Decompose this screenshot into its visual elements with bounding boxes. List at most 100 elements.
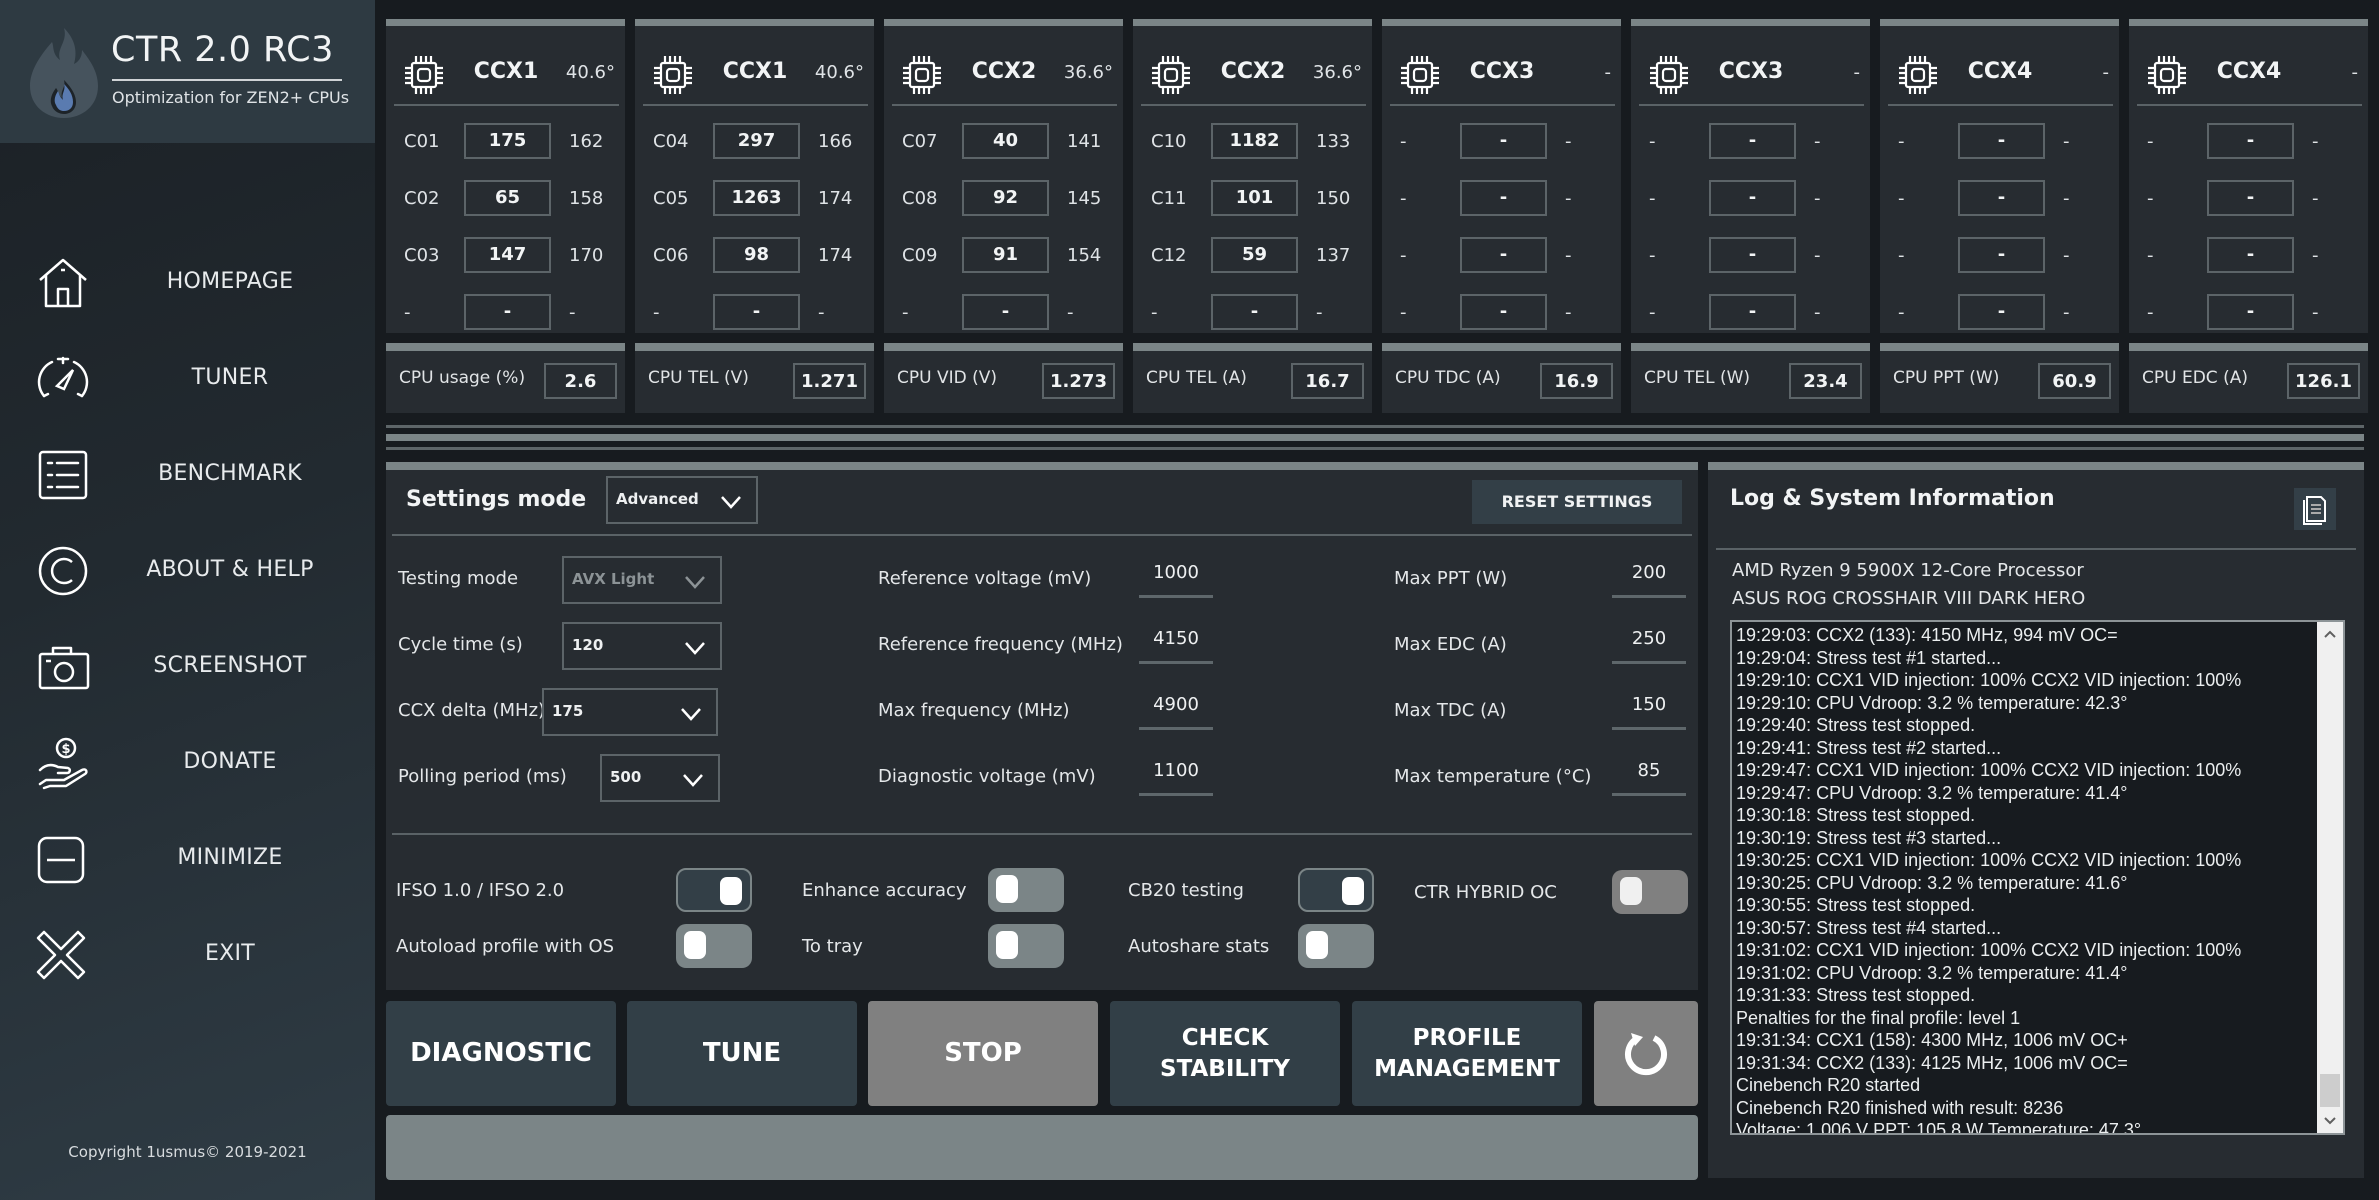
number-input[interactable]: 4900 (1139, 690, 1213, 730)
core-co-value[interactable]: - (1958, 237, 2045, 273)
scroll-thumb[interactable] (2320, 1074, 2340, 1107)
core-co-value[interactable]: 1263 (713, 180, 800, 216)
sidebar-item-minimize[interactable]: MINIMIZE (0, 818, 375, 898)
tune-button[interactable]: TUNE (627, 1001, 857, 1106)
core-co-value[interactable]: - (1958, 180, 2045, 216)
divider-bar (386, 434, 2364, 441)
number-input[interactable]: 250 (1612, 624, 1686, 664)
core-co-value[interactable]: - (2207, 123, 2294, 159)
select-value: 500 (610, 768, 642, 786)
number-input[interactable]: 1000 (1139, 558, 1213, 598)
core-co-value[interactable]: - (464, 294, 551, 330)
dropdown-ccx-delta-mhz[interactable]: 175 (542, 688, 718, 736)
card-strip (1382, 19, 1621, 26)
core-co-value[interactable]: 92 (962, 180, 1049, 216)
sidebar-item-homepage[interactable]: HOMEPAGE (0, 242, 375, 322)
core-co-value[interactable]: - (1460, 237, 1547, 273)
ccx-card: CCX2 36.6° C07 40 141 C08 92 145 C09 91 154- - - (884, 19, 1123, 333)
scroll-down-button[interactable] (2317, 1107, 2343, 1133)
check-stability-button[interactable]: CHECK STABILITY (1110, 1001, 1340, 1106)
core-co-value[interactable]: - (962, 294, 1049, 330)
core-row: --- (2129, 180, 2368, 216)
dropdown-polling-period-ms[interactable]: 500 (600, 754, 720, 802)
core-co-value[interactable]: - (1460, 294, 1547, 330)
sidebar-item-exit[interactable]: EXIT (0, 914, 375, 994)
core-co-value[interactable]: - (1460, 180, 1547, 216)
scroll-up-button[interactable] (2317, 622, 2343, 648)
sidebar-item-tuner[interactable]: TUNER (0, 338, 375, 418)
core-co-value[interactable]: - (1211, 294, 1298, 330)
core-id: - (653, 302, 660, 323)
reset-settings-button[interactable]: RESET SETTINGS (1472, 480, 1682, 524)
number-input[interactable]: 85 (1612, 756, 1686, 796)
core-co-value[interactable]: 40 (962, 123, 1049, 159)
core-co-value[interactable]: - (2207, 294, 2294, 330)
core-co-value[interactable]: 1182 (1211, 123, 1298, 159)
card-strip (635, 343, 874, 351)
settings-mode-title: Settings mode (406, 487, 587, 512)
sidebar-item-about-help[interactable]: ABOUT & HELP (0, 530, 375, 610)
number-input[interactable]: 150 (1612, 690, 1686, 730)
core-co-value[interactable]: - (1709, 123, 1796, 159)
core-co-value[interactable]: - (1709, 237, 1796, 273)
field-label: Max temperature (°C) (1394, 766, 1592, 787)
camera-icon (38, 646, 90, 690)
core-co-value[interactable]: 91 (962, 237, 1049, 273)
core-co-value[interactable]: - (2207, 180, 2294, 216)
core-co-value[interactable]: - (1958, 294, 2045, 330)
chevron-down-icon (721, 496, 741, 509)
telemetry-card: CPU TEL (W) 23.4 (1631, 343, 1870, 413)
telemetry-label: CPU TEL (A) (1146, 368, 1247, 388)
core-co-value[interactable]: 147 (464, 237, 551, 273)
copy-log-button[interactable] (2294, 488, 2336, 530)
refresh-button[interactable] (1594, 1001, 1698, 1106)
log-textbox[interactable]: 19:29:03: CCX2 (133): 4150 MHz, 994 mV O… (1730, 620, 2345, 1135)
sidebar-item-label: MINIMIZE (177, 845, 283, 870)
toggle-switch-autoload-profile-with-os[interactable] (676, 924, 752, 968)
core-co-value[interactable]: - (713, 294, 800, 330)
dropdown-cycle-time-s[interactable]: 120 (562, 622, 722, 670)
diagnostic-button[interactable]: DIAGNOSTIC (386, 1001, 616, 1106)
cpu-chip-icon (402, 53, 446, 97)
stop-button[interactable]: STOP (868, 1001, 1098, 1106)
sidebar-item-screenshot[interactable]: SCREENSHOT (0, 626, 375, 706)
telemetry-label: CPU PPT (W) (1893, 368, 2000, 388)
core-co-value[interactable]: - (2207, 237, 2294, 273)
core-co-value[interactable]: 98 (713, 237, 800, 273)
core-id: - (1151, 302, 1158, 323)
log-scrollbar[interactable] (2317, 622, 2343, 1133)
core-score: - (1565, 131, 1572, 152)
core-co-value[interactable]: - (1709, 180, 1796, 216)
sidebar-item-donate[interactable]: $ DONATE (0, 722, 375, 802)
number-input[interactable]: 4150 (1139, 624, 1213, 664)
log-line: 19:29:41: Stress test #2 started... (1736, 737, 2002, 758)
settings-mode-select[interactable]: Advanced (606, 476, 758, 524)
core-co-value[interactable]: 175 (464, 123, 551, 159)
core-co-value[interactable]: 101 (1211, 180, 1298, 216)
chevron-down-icon (685, 576, 705, 589)
toggle-switch-autoshare-stats[interactable] (1298, 924, 1374, 968)
number-input[interactable]: 200 (1612, 558, 1686, 598)
core-co-value[interactable]: - (1709, 294, 1796, 330)
core-co-value[interactable]: 297 (713, 123, 800, 159)
telemetry-value: 1.273 (1042, 363, 1115, 399)
number-input[interactable]: 1100 (1139, 756, 1213, 796)
panel-divider (392, 534, 1692, 536)
core-score: 166 (818, 131, 853, 152)
toggle-switch-ifso-1-0-ifso-2-0[interactable] (676, 868, 752, 912)
toggle-switch-to-tray[interactable] (988, 924, 1064, 968)
sidebar-item-benchmark[interactable]: BENCHMARK (0, 434, 375, 514)
chevron-up-icon (2324, 630, 2336, 638)
toggle-switch-ctr-hybrid-oc[interactable] (1612, 870, 1688, 914)
core-co-value[interactable]: - (1958, 123, 2045, 159)
card-divider (1141, 104, 1366, 106)
toggle-switch-cb20-testing[interactable] (1298, 868, 1374, 912)
ccx-card: CCX2 36.6° C10 1182 133 C11 101 150 C12 59 137- - - (1133, 19, 1372, 333)
card-divider (1888, 104, 2113, 106)
profile-management-button[interactable]: PROFILE MANAGEMENT (1352, 1001, 1582, 1106)
core-co-value[interactable]: 59 (1211, 237, 1298, 273)
core-row: C02 65 158 (386, 180, 625, 216)
core-co-value[interactable]: - (1460, 123, 1547, 159)
toggle-switch-enhance-accuracy[interactable] (988, 868, 1064, 912)
core-co-value[interactable]: 65 (464, 180, 551, 216)
